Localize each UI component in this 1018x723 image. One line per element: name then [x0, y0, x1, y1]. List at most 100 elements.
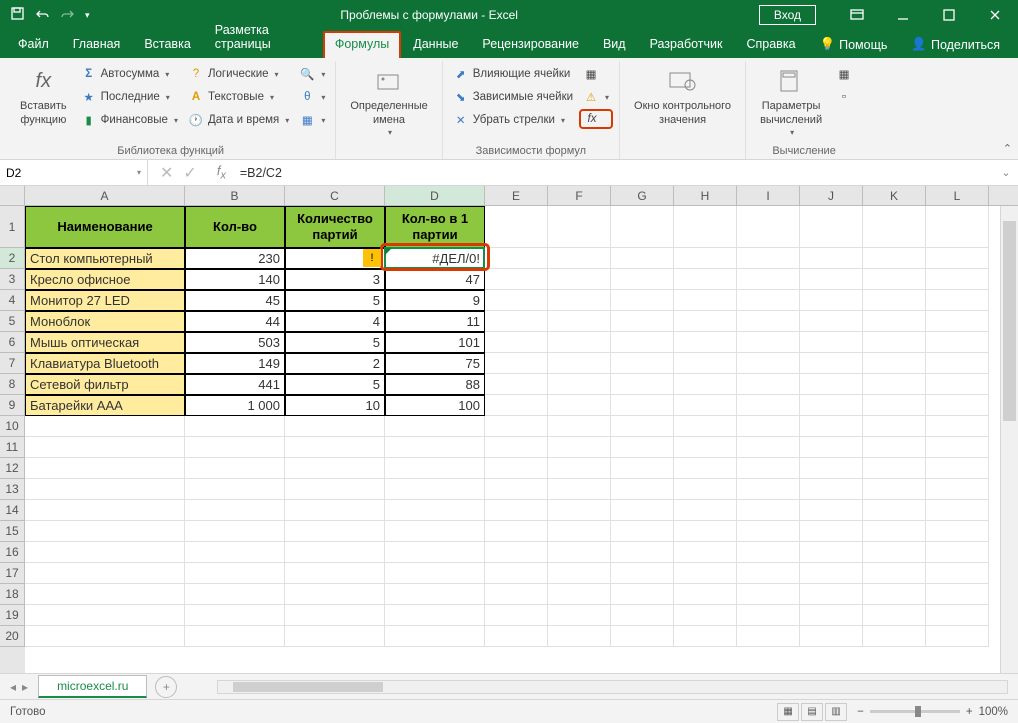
new-sheet-button[interactable]: +	[155, 676, 177, 698]
row-header-1[interactable]: 1	[0, 206, 25, 248]
cell-header-c[interactable]: Количествопартий	[285, 206, 385, 248]
cells-area[interactable]: НаименованиеКол-воКоличествопартийКол-во…	[25, 206, 1018, 673]
cell-perpart-2[interactable]: #ДЕЛ/0!	[385, 248, 485, 269]
cell-empty[interactable]	[548, 437, 611, 458]
col-header-A[interactable]: A	[25, 186, 185, 205]
cell-name-6[interactable]: Мышь оптическая	[25, 332, 185, 353]
cell-empty[interactable]	[485, 605, 548, 626]
chevron-down-icon[interactable]: ▾	[137, 168, 141, 177]
cell-empty[interactable]	[863, 626, 926, 647]
cell-empty[interactable]	[800, 563, 863, 584]
cell-parts-8[interactable]: 5	[285, 374, 385, 395]
cell-empty[interactable]	[674, 248, 737, 269]
sheet-nav-next-icon[interactable]: ▸	[22, 680, 28, 694]
cell-empty[interactable]	[737, 500, 800, 521]
trace-precedents-button[interactable]: ⬈Влияющие ячейки	[449, 63, 577, 85]
cell-empty[interactable]	[548, 584, 611, 605]
cell-empty[interactable]	[926, 311, 989, 332]
cell-empty[interactable]	[611, 626, 674, 647]
minimize-icon[interactable]	[880, 0, 926, 30]
cell-empty[interactable]	[185, 437, 285, 458]
cell-empty[interactable]	[611, 563, 674, 584]
row-header-14[interactable]: 14	[0, 500, 25, 521]
calculation-options-button[interactable]: Параметры вычислений▾	[752, 61, 830, 142]
zoom-in-icon[interactable]: +	[966, 706, 973, 718]
cell-empty[interactable]	[926, 626, 989, 647]
cell-parts-7[interactable]: 2	[285, 353, 385, 374]
row-header-10[interactable]: 10	[0, 416, 25, 437]
cell-empty[interactable]	[611, 437, 674, 458]
cell-empty[interactable]	[674, 500, 737, 521]
cell-empty[interactable]	[737, 353, 800, 374]
cell-empty[interactable]	[185, 542, 285, 563]
cell-empty[interactable]	[548, 458, 611, 479]
cell-empty[interactable]	[548, 521, 611, 542]
cell-empty[interactable]	[485, 479, 548, 500]
cell-empty[interactable]	[611, 542, 674, 563]
row-header-3[interactable]: 3	[0, 269, 25, 290]
financial-button[interactable]: ▮Финансовые▾	[77, 109, 182, 131]
cell-empty[interactable]	[674, 416, 737, 437]
cell-empty[interactable]	[548, 395, 611, 416]
cell-empty[interactable]	[548, 626, 611, 647]
cell-empty[interactable]	[485, 437, 548, 458]
expand-formula-bar-icon[interactable]: ⌄	[994, 166, 1018, 179]
cell-header-b[interactable]: Кол-во	[185, 206, 285, 248]
cell-empty[interactable]	[25, 437, 185, 458]
cell-empty[interactable]	[611, 395, 674, 416]
cell-empty[interactable]	[674, 626, 737, 647]
autosum-button[interactable]: ΣАвтосумма▾	[77, 63, 182, 85]
cell-empty[interactable]	[611, 206, 674, 248]
cell-empty[interactable]	[285, 479, 385, 500]
tab-home[interactable]: Главная	[61, 31, 133, 58]
cell-empty[interactable]	[800, 542, 863, 563]
row-header-15[interactable]: 15	[0, 521, 25, 542]
tab-view[interactable]: Вид	[591, 31, 638, 58]
cell-empty[interactable]	[674, 542, 737, 563]
cell-empty[interactable]	[25, 521, 185, 542]
cell-empty[interactable]	[25, 500, 185, 521]
save-icon[interactable]	[10, 6, 25, 24]
zoom-out-icon[interactable]: −	[857, 706, 864, 718]
cell-empty[interactable]	[737, 206, 800, 248]
row-header-9[interactable]: 9	[0, 395, 25, 416]
cell-empty[interactable]	[485, 374, 548, 395]
redo-icon[interactable]	[60, 8, 75, 23]
error-checking-button[interactable]: ⚠▾	[579, 86, 613, 108]
cell-empty[interactable]	[285, 416, 385, 437]
cell-empty[interactable]	[385, 605, 485, 626]
logical-button[interactable]: ?Логические▾	[184, 63, 293, 85]
cell-name-5[interactable]: Моноблок	[25, 311, 185, 332]
cell-perpart-4[interactable]: 9	[385, 290, 485, 311]
col-header-J[interactable]: J	[800, 186, 863, 205]
cell-empty[interactable]	[674, 332, 737, 353]
cell-empty[interactable]	[737, 584, 800, 605]
cell-empty[interactable]	[548, 542, 611, 563]
name-box[interactable]: D2▾	[0, 160, 148, 185]
datetime-button[interactable]: 🕐Дата и время▾	[184, 109, 293, 131]
cell-empty[interactable]	[611, 479, 674, 500]
col-header-K[interactable]: K	[863, 186, 926, 205]
cell-empty[interactable]	[737, 563, 800, 584]
cell-empty[interactable]	[611, 311, 674, 332]
cell-empty[interactable]	[800, 605, 863, 626]
cell-name-2[interactable]: Стол компьютерный	[25, 248, 185, 269]
cell-empty[interactable]	[548, 353, 611, 374]
cell-empty[interactable]	[926, 332, 989, 353]
cell-empty[interactable]	[185, 458, 285, 479]
formula-bar[interactable]: =B2/C2	[234, 166, 994, 180]
sheet-tab[interactable]: microexcel.ru	[38, 675, 147, 698]
cell-empty[interactable]	[485, 542, 548, 563]
cell-empty[interactable]	[737, 269, 800, 290]
cell-empty[interactable]	[800, 353, 863, 374]
cell-empty[interactable]	[863, 395, 926, 416]
row-header-6[interactable]: 6	[0, 332, 25, 353]
cell-empty[interactable]	[674, 458, 737, 479]
undo-icon[interactable]	[35, 8, 50, 23]
cell-empty[interactable]	[548, 206, 611, 248]
remove-arrows-button[interactable]: ✕Убрать стрелки▾	[449, 109, 577, 131]
cell-empty[interactable]	[674, 479, 737, 500]
cell-header-d[interactable]: Кол-во в 1партии	[385, 206, 485, 248]
cell-empty[interactable]	[863, 269, 926, 290]
recent-button[interactable]: ★Последние▾	[77, 86, 182, 108]
